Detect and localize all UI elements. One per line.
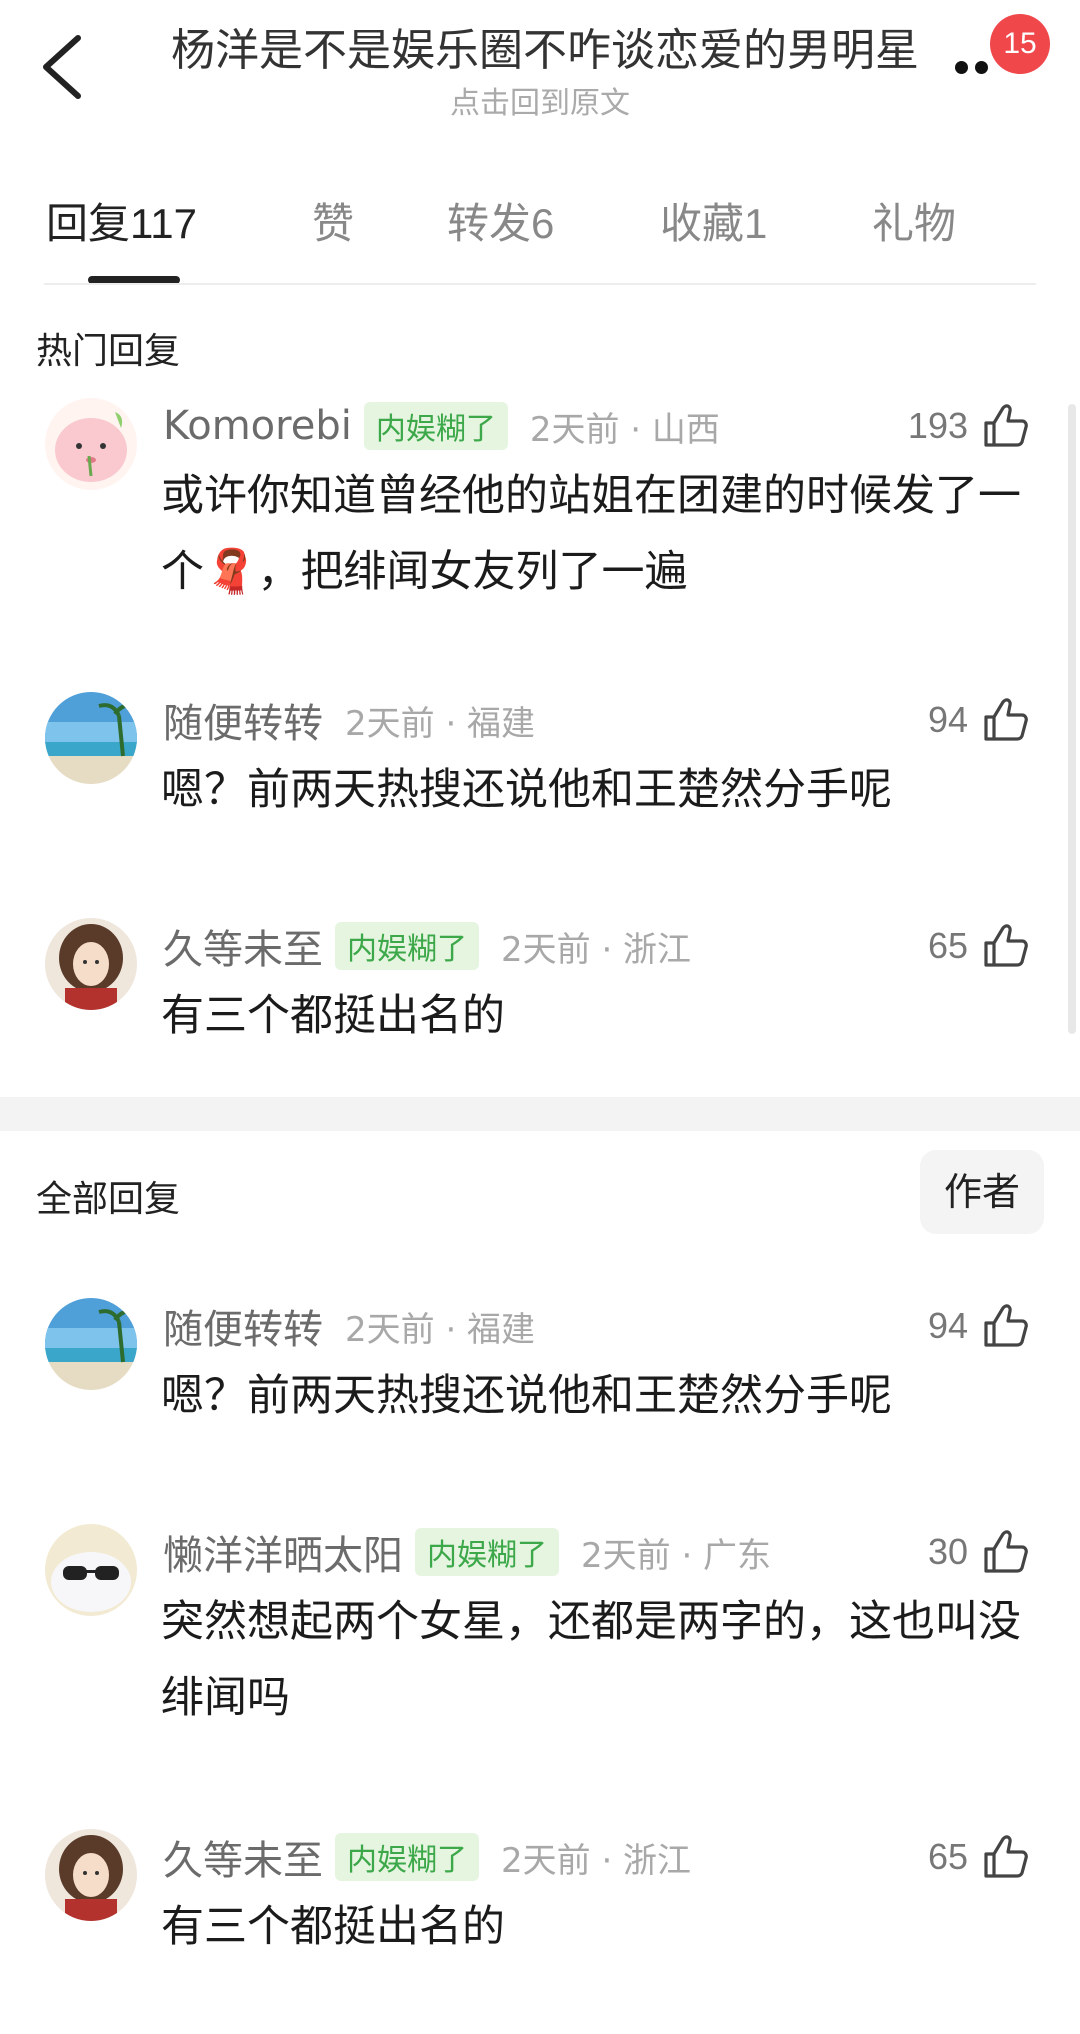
tab-count: 6 bbox=[531, 200, 555, 247]
user-tag: 内娱糊了 bbox=[415, 1528, 559, 1576]
like-button[interactable]: 65 bbox=[928, 1829, 1030, 1885]
comment-text: 嗯？前两天热搜还说他和王楚然分手呢 bbox=[161, 1371, 892, 1421]
tab-reposts[interactable]: 转发6 bbox=[447, 190, 554, 251]
like-count: 193 bbox=[907, 405, 968, 446]
comment-meta: 懒洋洋晒太阳 内娱糊了 2天前 · 广东 bbox=[163, 1524, 771, 1580]
tab-count: 117 bbox=[130, 200, 197, 247]
like-count: 30 bbox=[927, 1531, 968, 1572]
tab-replies[interactable]: 回复117 bbox=[46, 190, 197, 251]
more-icon bbox=[955, 61, 968, 74]
post-title[interactable]: 杨洋是不是娱乐圈不咋谈恋爱的男明星 bbox=[150, 14, 940, 78]
tab-label: 赞 bbox=[312, 199, 355, 248]
comment-meta: 久等未至 内娱糊了 2天前 · 浙江 bbox=[163, 918, 691, 974]
notification-badge[interactable]: 15 bbox=[990, 14, 1050, 74]
tab-gifts[interactable]: 礼物 bbox=[872, 190, 956, 251]
comment-text: 或许你知道曾经他的站姐在团建的时候发了一个🧣，把绯闻女友列了一遍 bbox=[161, 471, 1021, 597]
tab-likes[interactable]: 赞 bbox=[312, 190, 354, 251]
like-button[interactable]: 30 bbox=[928, 1524, 1030, 1580]
username[interactable]: 懒洋洋晒太阳 bbox=[163, 1523, 403, 1581]
avatar[interactable] bbox=[45, 1829, 137, 1921]
comment-page: 杨洋是不是娱乐圈不咋谈恋爱的男明星 点击回到原文 15 回复117 赞 转发6 … bbox=[0, 0, 1080, 2034]
avatar-image bbox=[45, 398, 137, 490]
like-button[interactable]: 94 bbox=[928, 692, 1030, 748]
timestamp-location: 2天前 · 福建 bbox=[345, 1309, 536, 1350]
thumbs-up-icon bbox=[984, 1304, 1028, 1347]
comment-text: 突然想起两个女星，还都是两字的，这也叫没绯闻吗 bbox=[161, 1597, 1021, 1723]
comment-text: 有三个都挺出名的 bbox=[161, 1902, 505, 1952]
avatar-image bbox=[45, 692, 137, 784]
comment-meta: 久等未至 内娱糊了 2天前 · 浙江 bbox=[163, 1829, 691, 1885]
tab-label: 回复 bbox=[46, 199, 131, 248]
avatar[interactable] bbox=[45, 692, 137, 784]
username[interactable]: 久等未至 bbox=[163, 917, 323, 975]
author-filter-button[interactable]: 作者 bbox=[920, 1150, 1044, 1234]
like-button[interactable]: 94 bbox=[928, 1298, 1030, 1354]
more-icon-dot bbox=[975, 61, 988, 74]
back-button[interactable] bbox=[30, 22, 100, 112]
comment-text: 有三个都挺出名的 bbox=[161, 991, 505, 1041]
timestamp-location: 2天前 · 浙江 bbox=[501, 929, 692, 970]
tab-favorites[interactable]: 收藏1 bbox=[660, 190, 767, 251]
section-separator bbox=[0, 1097, 1080, 1131]
like-button[interactable]: 65 bbox=[928, 918, 1030, 974]
avatar-image bbox=[45, 1829, 137, 1921]
timestamp-location: 2天前 · 浙江 bbox=[501, 1840, 692, 1881]
like-button[interactable]: 193 bbox=[908, 398, 1030, 454]
thumbs-up-icon bbox=[984, 924, 1028, 967]
avatar-image bbox=[45, 1298, 137, 1390]
username[interactable]: 久等未至 bbox=[163, 1828, 323, 1886]
scrollbar[interactable] bbox=[1068, 404, 1076, 1034]
divider bbox=[44, 283, 1036, 285]
timestamp-location: 2天前 · 广东 bbox=[581, 1535, 772, 1576]
hot-replies-title: 热门回复 bbox=[36, 331, 181, 372]
like-count: 65 bbox=[927, 1836, 968, 1877]
avatar[interactable] bbox=[45, 1298, 137, 1390]
comment-meta: Komorebi 内娱糊了 2天前 · 山西 bbox=[163, 398, 720, 454]
avatar[interactable] bbox=[45, 918, 137, 1010]
back-arrow-icon bbox=[43, 35, 81, 99]
comment-text: 嗯？前两天热搜还说他和王楚然分手呢 bbox=[161, 765, 892, 815]
comment-meta: 随便转转 2天前 · 福建 bbox=[163, 692, 535, 748]
like-count: 65 bbox=[927, 925, 968, 966]
tab-bar: 回复117 赞 转发6 收藏1 礼物 bbox=[0, 180, 1080, 285]
user-tag: 内娱糊了 bbox=[335, 922, 479, 970]
thumbs-up-icon bbox=[984, 698, 1028, 741]
username[interactable]: 随便转转 bbox=[163, 691, 323, 749]
like-count: 94 bbox=[927, 1305, 968, 1346]
thumbs-up-icon bbox=[984, 404, 1028, 447]
header: 杨洋是不是娱乐圈不咋谈恋爱的男明星 点击回到原文 15 bbox=[0, 0, 1080, 150]
user-tag: 内娱糊了 bbox=[335, 1833, 479, 1881]
back-to-original-link[interactable]: 点击回到原文 bbox=[340, 78, 740, 122]
username[interactable]: 随便转转 bbox=[163, 1297, 323, 1355]
all-replies-title: 全部回复 bbox=[36, 1179, 181, 1220]
avatar[interactable] bbox=[45, 1524, 137, 1616]
like-count: 94 bbox=[927, 699, 968, 740]
tab-label: 收藏 bbox=[660, 199, 745, 248]
username[interactable]: Komorebi bbox=[163, 403, 352, 449]
avatar[interactable] bbox=[45, 398, 137, 490]
thumbs-up-icon bbox=[984, 1835, 1028, 1878]
comment-meta: 随便转转 2天前 · 福建 bbox=[163, 1298, 535, 1354]
user-tag: 内娱糊了 bbox=[363, 402, 508, 450]
avatar-image bbox=[45, 918, 137, 1010]
tab-count: 1 bbox=[744, 200, 768, 247]
timestamp-location: 2天前 · 山西 bbox=[529, 409, 720, 450]
thumbs-up-icon bbox=[984, 1530, 1028, 1573]
tab-label: 转发 bbox=[447, 199, 532, 248]
avatar-image bbox=[45, 1524, 137, 1616]
tab-label: 礼物 bbox=[872, 199, 957, 248]
timestamp-location: 2天前 · 福建 bbox=[345, 703, 536, 744]
